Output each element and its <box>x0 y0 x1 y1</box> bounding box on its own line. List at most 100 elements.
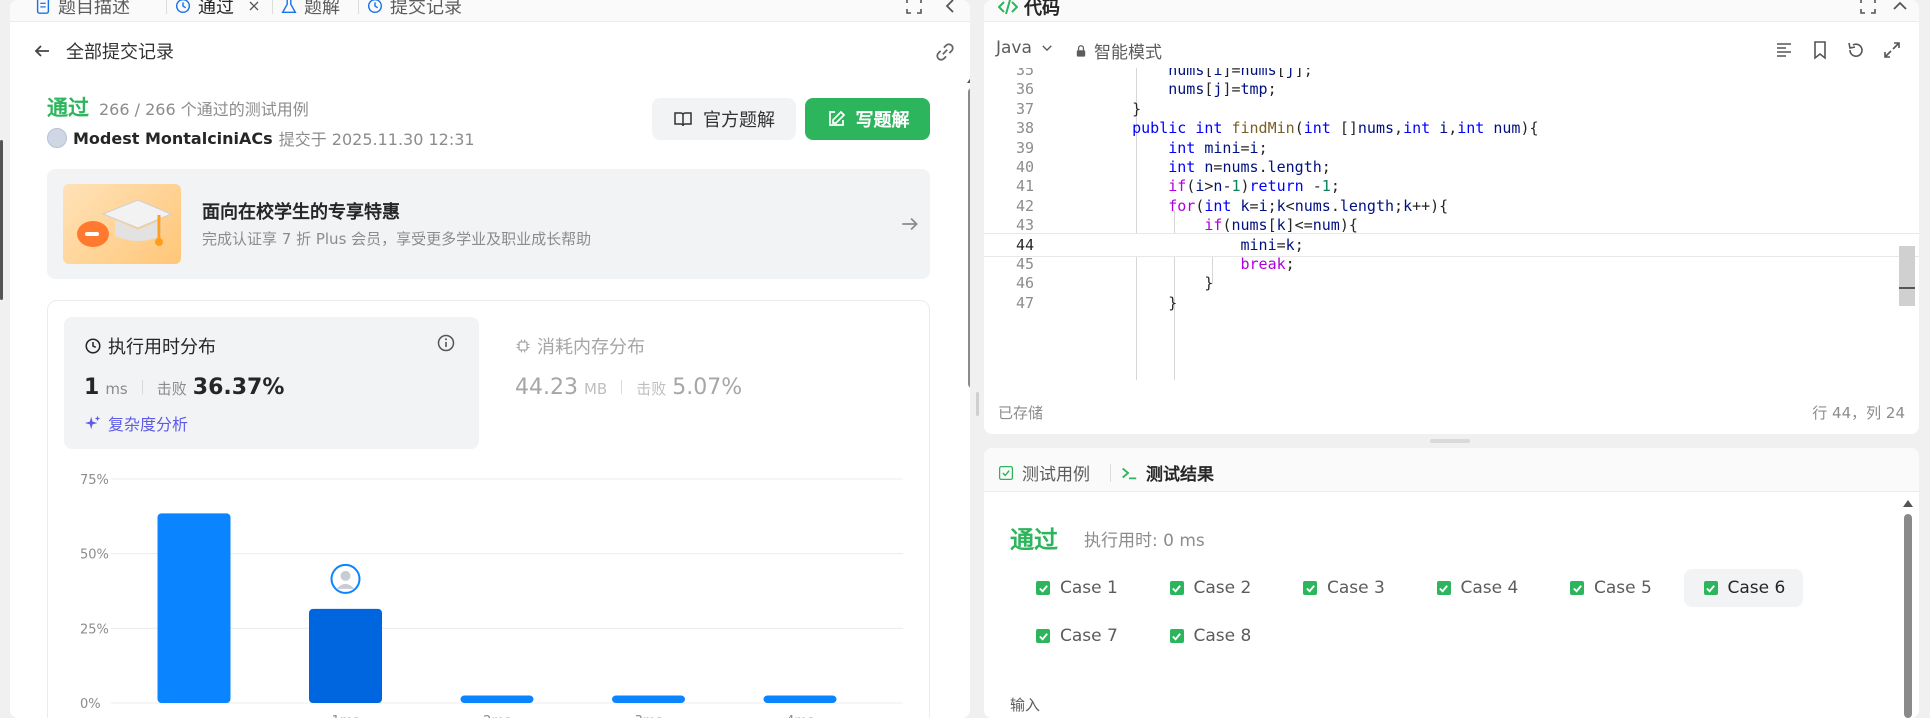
bar[interactable] <box>763 695 837 703</box>
memory-beat-value: 5.07% <box>672 375 743 400</box>
code-panel: 代码 Java 智能模式 35 nums[i]=nums[j]; 36 nums[… <box>984 0 1919 434</box>
link-icon[interactable] <box>934 41 956 63</box>
author-name[interactable]: Modest MontalciniACs <box>73 129 273 148</box>
check-icon <box>1036 581 1050 595</box>
tab-description-label: 题目描述 <box>58 0 130 18</box>
submitted-time: 提交于 2025.11.30 12:31 <box>278 130 475 149</box>
chevron-up-icon[interactable] <box>1890 0 1910 16</box>
horizontal-resize-handle[interactable] <box>1430 439 1470 443</box>
fullscreen-icon[interactable] <box>1858 0 1878 16</box>
chevron-down-icon <box>1042 45 1052 52</box>
code-status-bar: 已存储 行 44，列 24 <box>984 398 1919 428</box>
collapse-left-icon[interactable] <box>940 0 960 16</box>
tab-submissions[interactable]: 提交记录 <box>366 0 462 18</box>
case-tab[interactable]: Case 1 <box>1016 569 1136 607</box>
distribution-card: 执行用时分布 1 ms 击败 36.37% 复杂度分析 消耗内存分布 44.23… <box>47 300 930 718</box>
runtime-beat-value: 36.37% <box>192 375 285 400</box>
y-tick-label: 0% <box>80 697 101 712</box>
checkbox-icon <box>998 465 1014 480</box>
smart-mode-toggle[interactable]: 智能模式 <box>1074 38 1162 63</box>
arrow-right-icon <box>902 217 918 231</box>
memory-unit: MB <box>583 380 608 398</box>
line-number: 43 <box>1015 216 1034 235</box>
cursor-position: 行 44，列 24 <box>1812 404 1905 422</box>
memory-beat-label: 击败 <box>636 380 667 398</box>
case-tab[interactable]: Case 4 <box>1417 569 1537 607</box>
value-divider <box>621 380 623 394</box>
runtime-beat-label: 击败 <box>156 380 187 398</box>
check-icon <box>1169 629 1184 643</box>
edit-icon <box>828 110 845 126</box>
student-promo-banner[interactable]: 面向在校学生的专享特惠 完成认证享 7 折 Plus 会员，享受更多学业及职业成… <box>47 169 930 279</box>
test-tab-bar: 测试用例 测试结果 <box>984 448 1919 492</box>
code-line[interactable]: 47 } <box>984 291 1919 315</box>
window-edge-marker <box>0 140 3 300</box>
tab-test-results[interactable]: 测试结果 <box>1120 460 1214 485</box>
tab-description[interactable]: 题目描述 <box>34 0 130 18</box>
language-label: Java <box>996 38 1032 58</box>
check-icon <box>1570 581 1584 595</box>
value-divider <box>141 380 143 394</box>
case-label: Case 5 <box>1594 578 1652 598</box>
test-scrollbar[interactable] <box>1902 498 1914 718</box>
runtime-distribution-tab[interactable]: 执行用时分布 1 ms 击败 36.37% 复杂度分析 <box>64 317 479 449</box>
flask-icon <box>281 0 297 14</box>
case-tab[interactable]: Case 5 <box>1550 569 1670 607</box>
official-solution-button[interactable]: 官方题解 <box>652 98 796 140</box>
case-tab[interactable]: Case 2 <box>1150 569 1270 607</box>
avatar[interactable] <box>47 128 67 148</box>
write-solution-button[interactable]: 写题解 <box>805 98 930 140</box>
code-scrollbar[interactable] <box>1899 68 1915 380</box>
submission-detail: 通过 266 / 266 个通过的测试用例 Modest MontalciniA… <box>10 74 970 718</box>
x-tick-label: 2ms <box>483 714 511 718</box>
code-title: 代码 <box>1024 0 1060 19</box>
info-icon[interactable] <box>436 333 456 353</box>
case-tab[interactable]: Case 3 <box>1283 569 1403 607</box>
tab-testcases[interactable]: 测试用例 <box>998 460 1090 485</box>
write-solution-label: 写题解 <box>855 110 910 131</box>
back-label: 全部提交记录 <box>66 42 174 63</box>
bar[interactable] <box>309 608 382 703</box>
case-label: Case 3 <box>1327 578 1385 598</box>
document-icon <box>36 0 50 14</box>
graduation-cap-illustration <box>63 184 181 264</box>
y-tick-label: 25% <box>80 622 109 637</box>
close-icon[interactable] <box>246 0 262 14</box>
bar[interactable] <box>157 513 231 703</box>
bar[interactable] <box>612 695 685 703</box>
expand-icon[interactable] <box>1882 40 1902 60</box>
memory-value: 44.23 <box>515 375 578 400</box>
line-number: 42 <box>1015 196 1034 215</box>
language-select[interactable]: Java <box>996 38 1054 58</box>
bookmark-icon[interactable] <box>1810 40 1830 60</box>
bar[interactable] <box>460 695 534 703</box>
case-tab[interactable]: Case 8 <box>1150 617 1270 655</box>
code-editor[interactable]: 35 nums[i]=nums[j]; 36 nums[j]=tmp; 37 } 38… <box>984 68 1919 380</box>
check-icon <box>1436 581 1451 595</box>
back-to-submissions[interactable]: 全部提交记录 <box>32 38 174 64</box>
fullscreen-icon[interactable] <box>904 0 924 16</box>
tab-submissions-label: 提交记录 <box>390 0 462 18</box>
reset-icon[interactable] <box>1846 40 1866 60</box>
left-scrollbar[interactable] <box>966 74 970 714</box>
tab-accepted[interactable]: 通过 <box>174 0 262 18</box>
format-icon[interactable] <box>1774 40 1794 60</box>
input-label: 输入 <box>1010 696 1041 714</box>
case-tab[interactable]: Case 7 <box>1016 617 1136 655</box>
line-number: 39 <box>1015 138 1034 157</box>
tab-divider <box>272 0 273 14</box>
tab-solutions[interactable]: 题解 <box>280 0 340 18</box>
history-icon <box>367 0 383 14</box>
code-line-text: break; <box>1240 255 1295 273</box>
case-tab[interactable]: Case 6 <box>1683 569 1804 607</box>
author-row: Modest MontalciniACs 提交于 2025.11.30 12:3… <box>47 126 475 150</box>
memory-distribution-tab[interactable]: 消耗内存分布 44.23 MB 击败 5.07% <box>503 317 913 449</box>
panel-resize-handle[interactable] <box>976 392 979 416</box>
code-line-text: } <box>1096 274 1214 293</box>
code-line-text: public int findMin(int []nums,int i,int … <box>1132 119 1539 138</box>
complexity-analysis-link[interactable]: 复杂度分析 <box>84 411 188 435</box>
check-icon <box>1303 581 1317 595</box>
line-number: 41 <box>1015 177 1034 196</box>
code-line-text: mini=k; <box>1240 235 1304 254</box>
code-header: 代码 <box>984 0 1919 22</box>
